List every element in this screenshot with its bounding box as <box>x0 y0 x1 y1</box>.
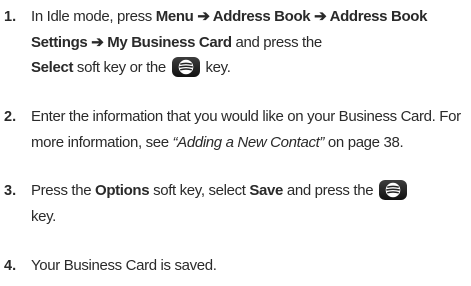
step-number: 1. <box>4 9 17 25</box>
text: Press the <box>31 182 96 199</box>
step-text: In Idle mode, press Menu ➔ Address Book … <box>31 4 465 81</box>
step-number: 4. <box>4 258 17 274</box>
text: key. <box>31 207 56 225</box>
text: In Idle mode, press <box>31 8 156 25</box>
text: key. <box>201 59 231 76</box>
save-label: Save <box>249 182 284 199</box>
ok-key-icon <box>379 179 408 200</box>
step-number: 3. <box>4 183 17 199</box>
select-label: Select <box>31 59 74 76</box>
arrow: ➔ <box>193 8 213 25</box>
step-text: Your Business Card is saved. <box>31 253 465 279</box>
address-book-label: Address Book <box>212 8 311 25</box>
text: on page 38. <box>324 133 404 151</box>
text: Your Business Card is saved. <box>31 257 217 274</box>
step-number: 2. <box>4 109 17 125</box>
arrow: ➔ <box>310 8 330 25</box>
step-text: Enter the information that you would lik… <box>31 104 465 155</box>
arrow: ➔ <box>87 33 108 51</box>
menu-label: Menu <box>155 8 194 25</box>
step-text: Press the Options soft key, select Save … <box>31 178 465 229</box>
text: soft key, select <box>149 182 250 199</box>
options-label: Options <box>95 182 150 199</box>
instruction-list: 1. In Idle mode, press Menu ➔ Address Bo… <box>0 0 471 286</box>
my-business-card-label: My Business Card <box>107 33 232 51</box>
text: and press the <box>283 182 378 199</box>
text: and press the <box>231 33 323 51</box>
text: soft key or the <box>73 59 170 76</box>
cross-reference: “Adding a New Contact” <box>172 133 325 151</box>
ok-key-icon <box>171 56 200 77</box>
